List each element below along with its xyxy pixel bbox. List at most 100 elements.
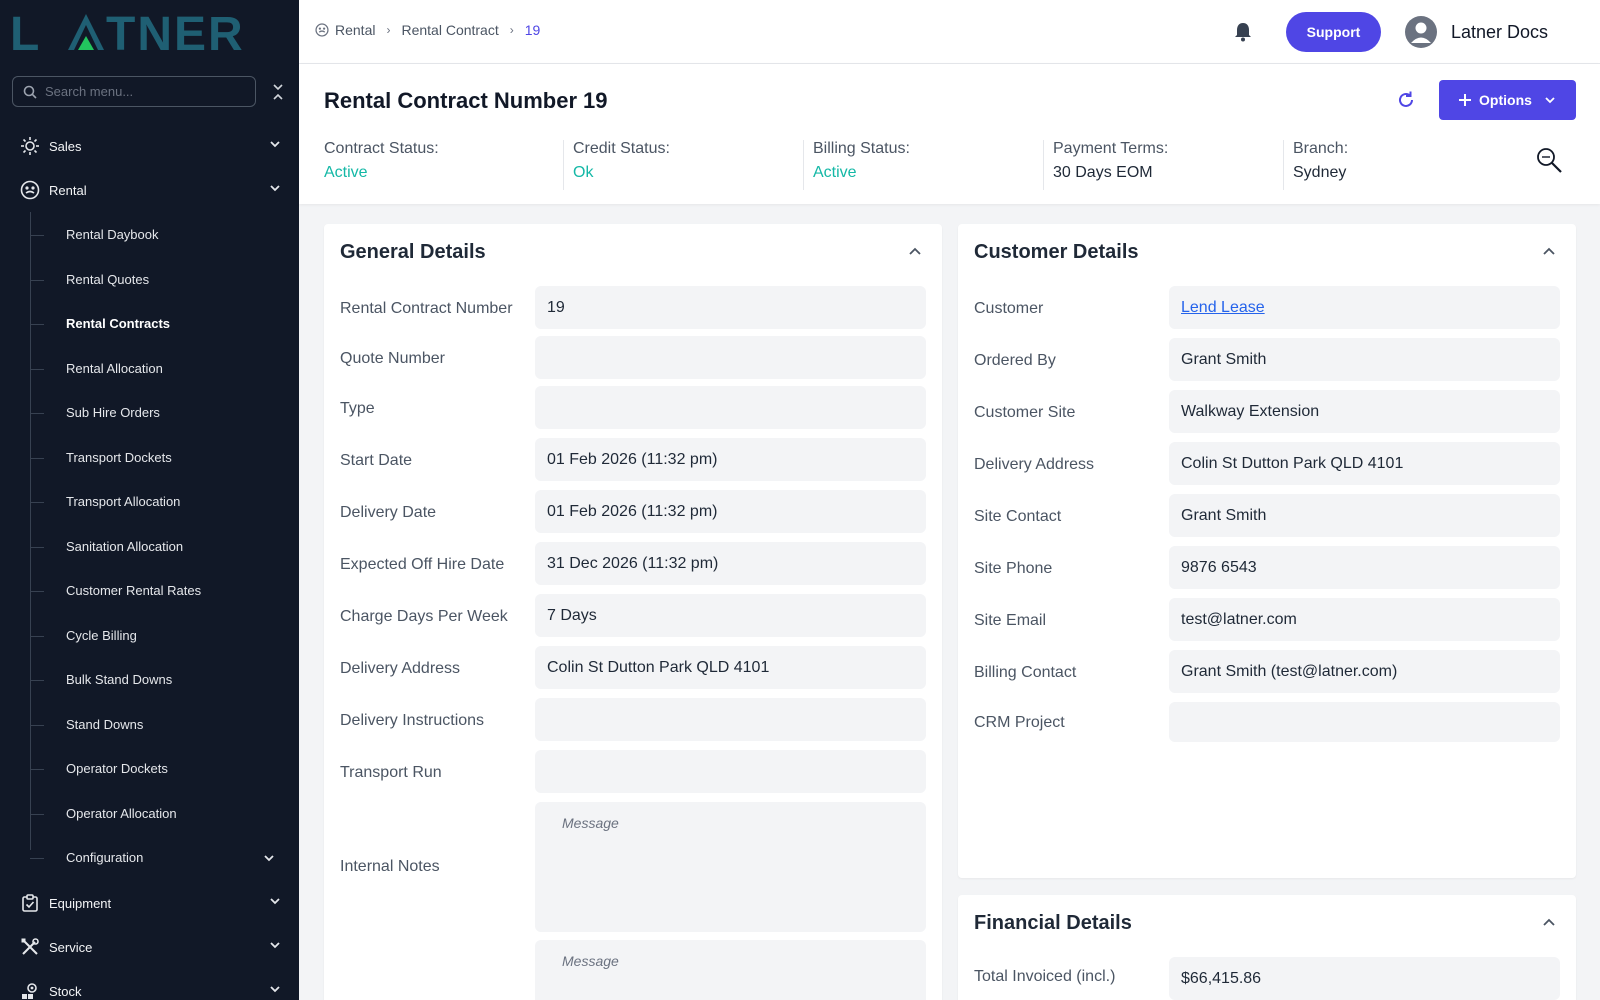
search-zoom-icon[interactable] (1535, 146, 1563, 174)
breadcrumb-rental[interactable]: Rental (335, 22, 375, 38)
customer-delivery-address-field[interactable]: Colin St Dutton Park QLD 4101 (1169, 442, 1560, 485)
sidebar-item-customer-rental-rates[interactable]: Customer Rental Rates (66, 581, 201, 601)
field-label: Transport Run (340, 764, 442, 781)
textarea-placeholder: Message (562, 815, 619, 831)
sidebar-item-transport-dockets[interactable]: Transport Dockets (66, 448, 172, 468)
rental-icon (20, 180, 40, 200)
tree-tick (30, 502, 44, 503)
billing-contact-field[interactable]: Grant Smith (test@latner.com) (1169, 650, 1560, 693)
customer-link[interactable]: Lend Lease (1169, 286, 1560, 329)
transport-run-field[interactable] (535, 750, 926, 793)
collapse-sidebar-icon[interactable] (268, 80, 288, 104)
plus-icon (1459, 94, 1472, 106)
sidebar-item-rental-contracts[interactable]: Rental Contracts (66, 314, 170, 334)
credit-status-value: Ok (573, 164, 594, 181)
user-menu[interactable]: Latner Docs (1405, 16, 1548, 48)
svg-text:L: L (10, 10, 41, 54)
nav-service[interactable]: Service (0, 925, 299, 969)
chevron-right-icon: › (386, 23, 391, 37)
contract-status: Contract Status: Active (324, 140, 439, 190)
branch: Branch: Sydney (1283, 140, 1348, 190)
tree-tick (30, 458, 44, 459)
svg-text:TNER: TNER (106, 10, 245, 54)
tree-tick (30, 769, 44, 770)
tree-tick (30, 858, 44, 859)
site-phone-field[interactable]: 9876 6543 (1169, 546, 1560, 589)
sidebar-item-transport-allocation[interactable]: Transport Allocation (66, 492, 180, 512)
field-label: Delivery Address (974, 456, 1095, 473)
customer-site-field[interactable]: Walkway Extension (1169, 390, 1560, 433)
site-contact-field[interactable]: Grant Smith (1169, 494, 1560, 537)
crm-project-field[interactable] (1169, 702, 1560, 742)
chevron-up-icon[interactable] (1542, 915, 1556, 929)
sidebar-item-configuration[interactable]: Configuration (66, 848, 143, 868)
chevron-down-icon (270, 942, 280, 949)
sidebar-item-operator-dockets[interactable]: Operator Dockets (66, 759, 168, 779)
nav-equipment[interactable]: Equipment (0, 881, 299, 925)
quote-number-field[interactable] (535, 336, 926, 379)
sidebar-item-bulk-stand-downs[interactable]: Bulk Stand Downs (66, 670, 172, 690)
chevron-up-icon[interactable] (908, 244, 922, 258)
sidebar-item-rental-daybook[interactable]: Rental Daybook (66, 225, 159, 245)
branch-value: Sydney (1293, 164, 1347, 181)
message-textarea[interactable]: Message (535, 940, 926, 1000)
rental-icon (315, 23, 329, 37)
breadcrumb-rental-contract[interactable]: Rental Contract (401, 22, 498, 38)
delivery-address-field[interactable]: Colin St Dutton Park QLD 4101 (535, 646, 926, 689)
site-email-field[interactable]: test@latner.com (1169, 598, 1560, 641)
credit-status: Credit Status: Ok (563, 140, 670, 190)
tree-line (30, 212, 31, 850)
sidebar-item-stand-downs[interactable]: Stand Downs (66, 715, 143, 735)
ordered-by-field[interactable]: Grant Smith (1169, 338, 1560, 381)
billing-status-value: Active (813, 164, 857, 181)
delivery-date-field[interactable]: 01 Feb 2026 (11:32 pm) (535, 490, 926, 533)
menu-search-box[interactable] (12, 76, 256, 107)
chevron-down-icon[interactable] (263, 852, 275, 864)
rental-contract-number-field[interactable]: 19 (535, 286, 926, 329)
support-button[interactable]: Support (1286, 12, 1381, 52)
type-field[interactable] (535, 386, 926, 429)
start-date-field[interactable]: 01 Feb 2026 (11:32 pm) (535, 438, 926, 481)
chevron-down-icon (1545, 97, 1555, 104)
charge-days-per-week-field[interactable]: 7 Days (535, 594, 926, 637)
menu-search-input[interactable] (45, 84, 235, 99)
refresh-icon[interactable] (1396, 90, 1416, 110)
sidebar-item-cycle-billing[interactable]: Cycle Billing (66, 626, 137, 646)
field-label: Rental Contract Number (340, 300, 513, 317)
field-label: CRM Project (974, 714, 1065, 731)
options-button[interactable]: Options (1439, 80, 1576, 120)
sidebar-item-rental-quotes[interactable]: Rental Quotes (66, 270, 149, 290)
service-tools-icon (21, 938, 39, 955)
sidebar-item-sub-hire-orders[interactable]: Sub Hire Orders (66, 403, 160, 423)
chevron-down-icon (270, 986, 280, 993)
tree-tick (30, 235, 44, 236)
field-label: Delivery Address (340, 660, 461, 677)
internal-notes-textarea[interactable]: Message (535, 802, 926, 932)
sidebar: L TNER Sales Rental Rent (0, 0, 299, 1000)
customer-details-card: Customer Details Customer Lend Lease Ord… (958, 224, 1576, 878)
field-label: Billing Contact (974, 664, 1077, 681)
search-icon (23, 85, 37, 99)
total-invoiced-field[interactable]: $66,415.86 (1169, 957, 1560, 1000)
sidebar-item-rental-allocation[interactable]: Rental Allocation (66, 359, 163, 379)
financial-details-card: Financial Details Total Invoiced (incl.)… (958, 895, 1576, 1000)
latner-logo[interactable]: L TNER (0, 0, 299, 64)
general-details-title: General Details (340, 241, 486, 263)
delivery-instructions-field[interactable] (535, 698, 926, 741)
expected-off-hire-date-field[interactable]: 31 Dec 2026 (11:32 pm) (535, 542, 926, 585)
bell-icon[interactable] (1234, 22, 1252, 42)
nav-stock[interactable]: Stock (0, 969, 299, 1000)
payment-terms: Payment Terms: 30 Days EOM (1043, 140, 1168, 190)
payment-terms-label: Payment Terms: (1053, 140, 1169, 157)
chevron-down-icon (270, 185, 280, 192)
field-label: Type (340, 400, 375, 417)
field-label: Delivery Instructions (340, 712, 485, 729)
chevron-up-icon[interactable] (1542, 244, 1556, 258)
top-bar: Rental › Rental Contract › 19 Support La… (299, 0, 1600, 64)
nav-rental[interactable]: Rental (0, 168, 299, 212)
sidebar-item-operator-allocation[interactable]: Operator Allocation (66, 804, 177, 824)
nav-sales[interactable]: Sales (0, 124, 299, 168)
sidebar-item-sanitation-allocation[interactable]: Sanitation Allocation (66, 537, 183, 557)
field-label: Site Contact (974, 508, 1062, 525)
stock-icon (22, 983, 37, 999)
